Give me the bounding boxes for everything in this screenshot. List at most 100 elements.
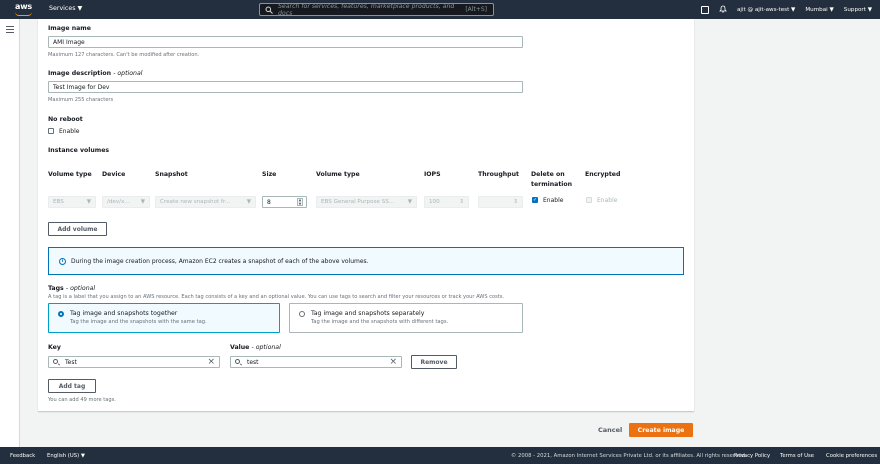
search-icon [53, 359, 58, 364]
feedback-link[interactable]: Feedback [10, 453, 35, 459]
no-reboot-enable-label: Enable [59, 128, 80, 135]
image-description-input[interactable]: Test Image for Dev [48, 81, 523, 93]
tag-separately-desc: Tag the image and the snapshots with dif… [311, 319, 449, 325]
no-reboot-label: No reboot [48, 116, 83, 123]
col-throughput: Throughput [478, 171, 519, 178]
tag-separately-option[interactable]: Tag image and snapshots separately Tag t… [289, 303, 523, 333]
stepper-arrows-icon: ⇕ [513, 199, 518, 205]
tag-separately-title: Tag image and snapshots separately [311, 310, 425, 317]
tag-value-value: test [247, 359, 259, 366]
tag-value-input[interactable]: test × [230, 356, 402, 368]
tags-hint: A tag is a label that you assign to an A… [48, 294, 505, 300]
snapshot-select[interactable]: Create new snapshot fr... ▼ [155, 196, 256, 208]
encrypted-label: Enable [597, 197, 618, 204]
delete-on-termination-label: Enable [543, 197, 564, 204]
value-label: Value - optional [230, 344, 281, 351]
tag-separately-radio[interactable] [299, 311, 305, 317]
caret-down-icon: ▼ [86, 199, 91, 205]
cancel-button[interactable]: Cancel [598, 426, 622, 434]
tag-together-desc: Tag the image and the snapshots with the… [70, 319, 207, 325]
stepper-arrows-icon: ⇕ [459, 199, 464, 205]
top-right-menu: ajit @ ajit-aws-test ▼ Mumbai ▼ Support … [700, 5, 872, 15]
volume-type-select[interactable]: EBS ▼ [48, 196, 96, 208]
stepper-arrows-icon[interactable]: ▲ ▼ [297, 198, 303, 206]
image-name-hint: Maximum 127 characters. Can't be modifie… [48, 52, 200, 58]
add-volume-button[interactable]: Add volume [48, 222, 107, 236]
col-volume-type-2: Volume type [316, 171, 360, 178]
image-name-input[interactable]: AMI Image [48, 36, 523, 48]
add-tag-button[interactable]: Add tag [48, 379, 96, 393]
image-name-label: Image name [48, 25, 91, 32]
copyright-text: © 2008 - 2021, Amazon Internet Services … [511, 453, 747, 459]
optional-tag: - optional [251, 344, 281, 351]
search-icon [265, 6, 273, 14]
aws-logo-smile [15, 12, 32, 16]
caret-down-icon: ▼ [246, 199, 251, 205]
tag-key-value: Test [65, 359, 77, 366]
throughput-stepper[interactable]: ⇕ [478, 196, 523, 208]
language-selector[interactable]: English (US) ▼ [47, 453, 85, 459]
image-description-label-text: Image description [48, 70, 112, 77]
clear-icon[interactable]: × [389, 357, 397, 367]
side-navigation [0, 19, 20, 447]
hamburger-menu-icon[interactable] [6, 26, 14, 35]
cookie-preferences-link[interactable]: Cookie preferences [826, 453, 877, 459]
col-size: Size [262, 171, 277, 178]
image-description-label: Image description - optional [48, 70, 142, 77]
info-alert-text: During the image creation process, Amazo… [71, 258, 369, 265]
privacy-policy-link[interactable]: Privacy Policy [734, 453, 770, 459]
volume-type-value: EBS [53, 199, 64, 205]
iops-stepper[interactable]: 100 ⇕ [424, 196, 469, 208]
snapshot-value: Create new snapshot fr... [160, 199, 231, 205]
col-volume-type: Volume type [48, 171, 92, 178]
create-image-form: Image name AMI Image Maximum 127 charact… [38, 19, 694, 411]
encrypted-checkbox [586, 197, 592, 203]
services-menu[interactable]: Services ▼ [49, 5, 82, 12]
info-icon: i [59, 258, 66, 265]
top-navigation-bar: aws Services ▼ Search for services, feat… [0, 0, 880, 19]
device-value: /dev/x... [107, 199, 130, 205]
remove-tag-button[interactable]: Remove [411, 355, 457, 369]
col-termination: termination [531, 181, 573, 188]
tag-together-radio[interactable] [58, 311, 64, 317]
clear-icon[interactable]: × [207, 357, 215, 367]
tag-key-input[interactable]: Test × [48, 356, 220, 368]
volume-type-2-select[interactable]: EBS General Purpose SS... ▼ [316, 196, 417, 208]
support-menu[interactable]: Support ▼ [844, 7, 872, 13]
volume-type-2-value: EBS General Purpose SS... [321, 199, 395, 205]
value-label-text: Value [230, 344, 250, 351]
footer-bar: Feedback English (US) ▼ © 2008 - 2021, A… [0, 447, 880, 464]
account-menu[interactable]: ajit @ ajit-aws-test ▼ [737, 7, 795, 13]
size-stepper[interactable]: 8 ▲ ▼ [262, 196, 307, 208]
no-reboot-checkbox[interactable] [48, 128, 54, 134]
size-value: 8 [267, 199, 271, 206]
optional-tag: - optional [65, 285, 96, 292]
cloudshell-icon[interactable] [700, 6, 709, 14]
caret-down-icon: ▼ [407, 199, 412, 205]
col-delete-on: Delete on [531, 171, 565, 178]
tags-remaining-hint: You can add 49 more tags. [48, 397, 116, 403]
info-alert: i During the image creation process, Ama… [48, 247, 684, 275]
caret-down-icon: ▼ [140, 199, 145, 205]
col-iops: IOPS [424, 171, 441, 178]
search-icon [235, 359, 240, 364]
col-snapshot: Snapshot [155, 171, 188, 178]
device-select[interactable]: /dev/x... ▼ [102, 196, 150, 208]
region-menu[interactable]: Mumbai ▼ [805, 7, 833, 13]
image-description-hint: Maximum 255 characters [48, 97, 114, 103]
terms-of-use-link[interactable]: Terms of Use [780, 453, 814, 459]
search-shortcut: [Alt+S] [465, 6, 487, 13]
create-image-button[interactable]: Create image [629, 423, 693, 437]
search-placeholder: Search for services, features, marketpla… [278, 2, 455, 17]
tags-label: Tags - optional [48, 285, 95, 292]
aws-logo[interactable]: aws [15, 2, 32, 11]
bell-icon[interactable] [719, 5, 727, 15]
instance-volumes-label: Instance volumes [48, 147, 110, 154]
col-device: Device [102, 171, 126, 178]
optional-tag: - optional [113, 70, 143, 77]
tags-label-text: Tags [48, 285, 64, 292]
global-search[interactable]: Search for services, features, marketpla… [259, 2, 494, 17]
iops-value: 100 [429, 199, 440, 205]
tag-together-option[interactable]: Tag image and snapshots together Tag the… [48, 303, 280, 333]
delete-on-termination-checkbox[interactable]: ✓ [532, 197, 538, 203]
